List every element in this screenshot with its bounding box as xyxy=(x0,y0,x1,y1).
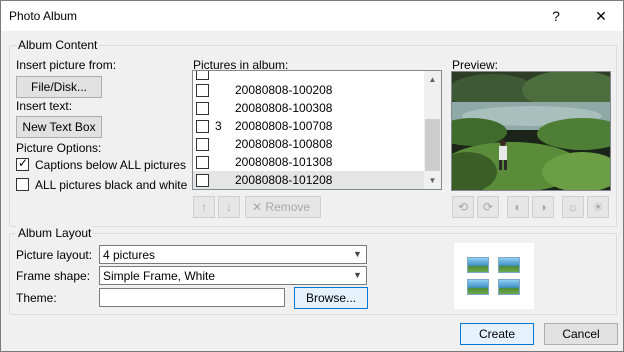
insert-picture-label: Insert picture from: xyxy=(16,58,117,72)
album-content-label: Album Content xyxy=(16,38,100,52)
list-item[interactable]: 3 20080808-100708 xyxy=(193,117,425,135)
row-checkbox[interactable] xyxy=(196,174,209,187)
picture-layout-label: Picture layout: xyxy=(16,248,93,262)
close-button[interactable]: ✕ xyxy=(581,1,621,31)
rotate-right-icon: ⟳ xyxy=(482,200,494,214)
layout-thumb-icon xyxy=(467,257,489,273)
new-text-box-button[interactable]: New Text Box xyxy=(16,116,102,138)
scroll-thumb[interactable] xyxy=(425,119,440,171)
list-item[interactable]: 20080808-100208 xyxy=(193,81,425,99)
picture-name: 20080808-100708 xyxy=(235,119,333,133)
contrast-up-icon: ◐ xyxy=(514,200,522,214)
remove-button[interactable]: ✕ Remove xyxy=(245,196,321,218)
picture-name: 20080808-101308 xyxy=(235,155,333,169)
preview-label: Preview: xyxy=(452,58,499,72)
row-checkbox[interactable] xyxy=(196,138,209,151)
rotate-right-button[interactable]: ⟳ xyxy=(477,196,499,218)
garden-photo xyxy=(452,72,610,190)
preview-image xyxy=(451,71,611,191)
brightness-up-icon: ☼ xyxy=(567,200,579,214)
cancel-button[interactable]: Cancel xyxy=(544,323,618,345)
black-white-label: ALL pictures black and white xyxy=(35,178,188,192)
list-item[interactable]: 20080808-100308 xyxy=(193,99,425,117)
picture-layout-value: 4 pictures xyxy=(103,248,156,262)
chevron-down-icon[interactable]: ▼ xyxy=(349,246,366,263)
dialog-title: Photo Album xyxy=(9,9,78,23)
row-checkbox[interactable] xyxy=(196,71,209,80)
remove-label: Remove xyxy=(265,200,311,214)
picture-name: 20080808-101208 xyxy=(235,173,333,187)
captions-below-label: Captions below ALL pictures xyxy=(35,158,186,172)
theme-label: Theme: xyxy=(16,291,57,305)
brightness-down-icon: ☀ xyxy=(592,200,604,214)
rotate-left-icon: ⟲ xyxy=(457,200,469,214)
row-checkbox[interactable] xyxy=(196,120,209,133)
captions-below-checkbox[interactable]: ✓ xyxy=(16,156,29,171)
browse-button[interactable]: Browse... xyxy=(294,287,368,309)
picture-number: 3 xyxy=(215,119,222,133)
layout-preview xyxy=(454,243,534,309)
contrast-down-icon: ◑ xyxy=(539,200,547,214)
scroll-up-icon[interactable]: ▲ xyxy=(424,71,441,88)
picture-layout-select[interactable]: 4 pictures ▼ xyxy=(99,245,367,264)
layout-thumb-icon xyxy=(467,279,489,295)
contrast-up-button[interactable]: ◐ xyxy=(507,196,529,218)
frame-shape-value: Simple Frame, White xyxy=(103,269,216,283)
insert-text-label: Insert text: xyxy=(16,99,73,113)
brightness-up-button[interactable]: ☼ xyxy=(562,196,584,218)
album-layout-label: Album Layout xyxy=(16,226,94,240)
arrow-up-icon: ↑ xyxy=(201,200,207,214)
frame-shape-select[interactable]: Simple Frame, White ▼ xyxy=(99,266,367,285)
photo-album-dialog: Photo Album ? ✕ Album Content Insert pic… xyxy=(0,0,624,352)
contrast-down-button[interactable]: ◑ xyxy=(532,196,554,218)
file-disk-button[interactable]: File/Disk... xyxy=(16,76,102,98)
create-button[interactable]: Create xyxy=(460,323,534,345)
frame-shape-label: Frame shape: xyxy=(16,269,91,283)
pictures-listbox[interactable]: 20080808-100208 20080808-100308 3 200808… xyxy=(192,70,442,190)
checkmark-icon: ✓ xyxy=(18,156,29,170)
list-item[interactable]: 20080808-100808 xyxy=(193,135,425,153)
layout-thumb-icon xyxy=(498,279,520,295)
list-scrollbar[interactable]: ▲ ▼ xyxy=(424,71,441,189)
picture-name: 20080808-100208 xyxy=(235,83,333,97)
rotate-left-button[interactable]: ⟲ xyxy=(452,196,474,218)
scroll-down-icon[interactable]: ▼ xyxy=(424,172,441,189)
remove-x-icon: ✕ xyxy=(252,200,263,214)
brightness-down-button[interactable]: ☀ xyxy=(587,196,609,218)
row-checkbox[interactable] xyxy=(196,156,209,169)
list-item-selected[interactable]: 20080808-101208 xyxy=(193,171,425,189)
title-bar: Photo Album ? ✕ xyxy=(1,1,623,31)
chevron-down-icon[interactable]: ▼ xyxy=(349,267,366,284)
picture-options-label: Picture Options: xyxy=(16,141,102,155)
row-checkbox[interactable] xyxy=(196,84,209,97)
help-button[interactable]: ? xyxy=(536,1,576,31)
layout-thumb-icon xyxy=(498,257,520,273)
picture-name: 20080808-100808 xyxy=(235,137,333,151)
list-item[interactable]: 20080808-101308 xyxy=(193,153,425,171)
move-up-button[interactable]: ↑ xyxy=(193,196,215,218)
move-down-button[interactable]: ↓ xyxy=(218,196,240,218)
theme-input[interactable] xyxy=(99,288,285,307)
arrow-down-icon: ↓ xyxy=(226,200,232,214)
row-checkbox[interactable] xyxy=(196,102,209,115)
black-white-checkbox[interactable] xyxy=(16,178,29,191)
picture-name: 20080808-100308 xyxy=(235,101,333,115)
